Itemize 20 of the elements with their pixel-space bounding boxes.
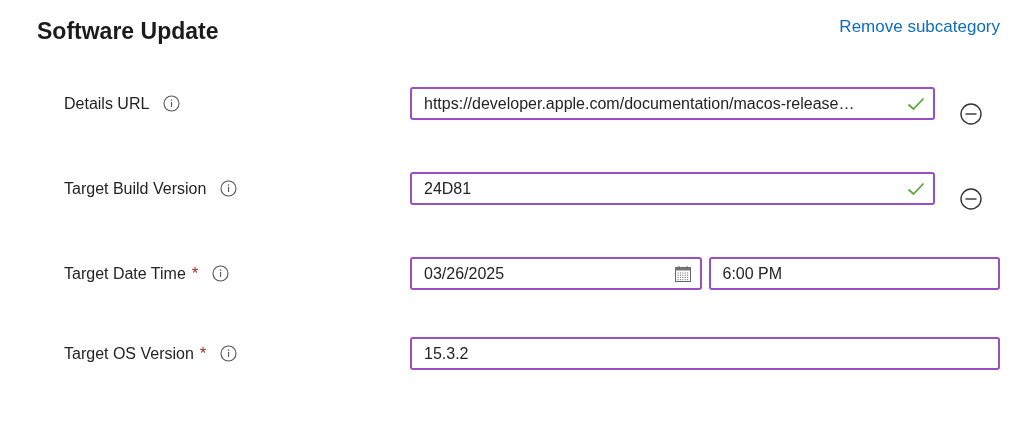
field-label: Target Build Version (64, 179, 207, 198)
date-field[interactable]: 03/26/2025 (410, 257, 702, 290)
input-field[interactable]: https://developer.apple.com/documentation/macos-release… (410, 87, 935, 120)
calendar-icon[interactable] (673, 264, 692, 283)
section-title: Software Update (37, 18, 219, 45)
field-label: Target OS Version (64, 344, 194, 363)
field-label: Details URL (64, 94, 150, 113)
remove-icon[interactable] (960, 103, 982, 125)
info-icon[interactable] (220, 180, 238, 197)
required-mark: * (191, 263, 199, 284)
remove-subcategory-link[interactable]: Remove subcategory (839, 17, 1000, 37)
field-label: Target Date Time (64, 264, 186, 283)
info-icon[interactable] (163, 95, 181, 112)
input-field[interactable]: 15.3.2 (410, 337, 1000, 370)
required-mark: * (199, 343, 207, 364)
info-icon[interactable] (212, 265, 230, 282)
info-icon[interactable] (220, 345, 238, 362)
remove-icon[interactable] (960, 188, 982, 210)
input-field[interactable]: 24D81 (410, 172, 935, 205)
time-field[interactable]: 6:00 PM (708, 257, 1000, 290)
